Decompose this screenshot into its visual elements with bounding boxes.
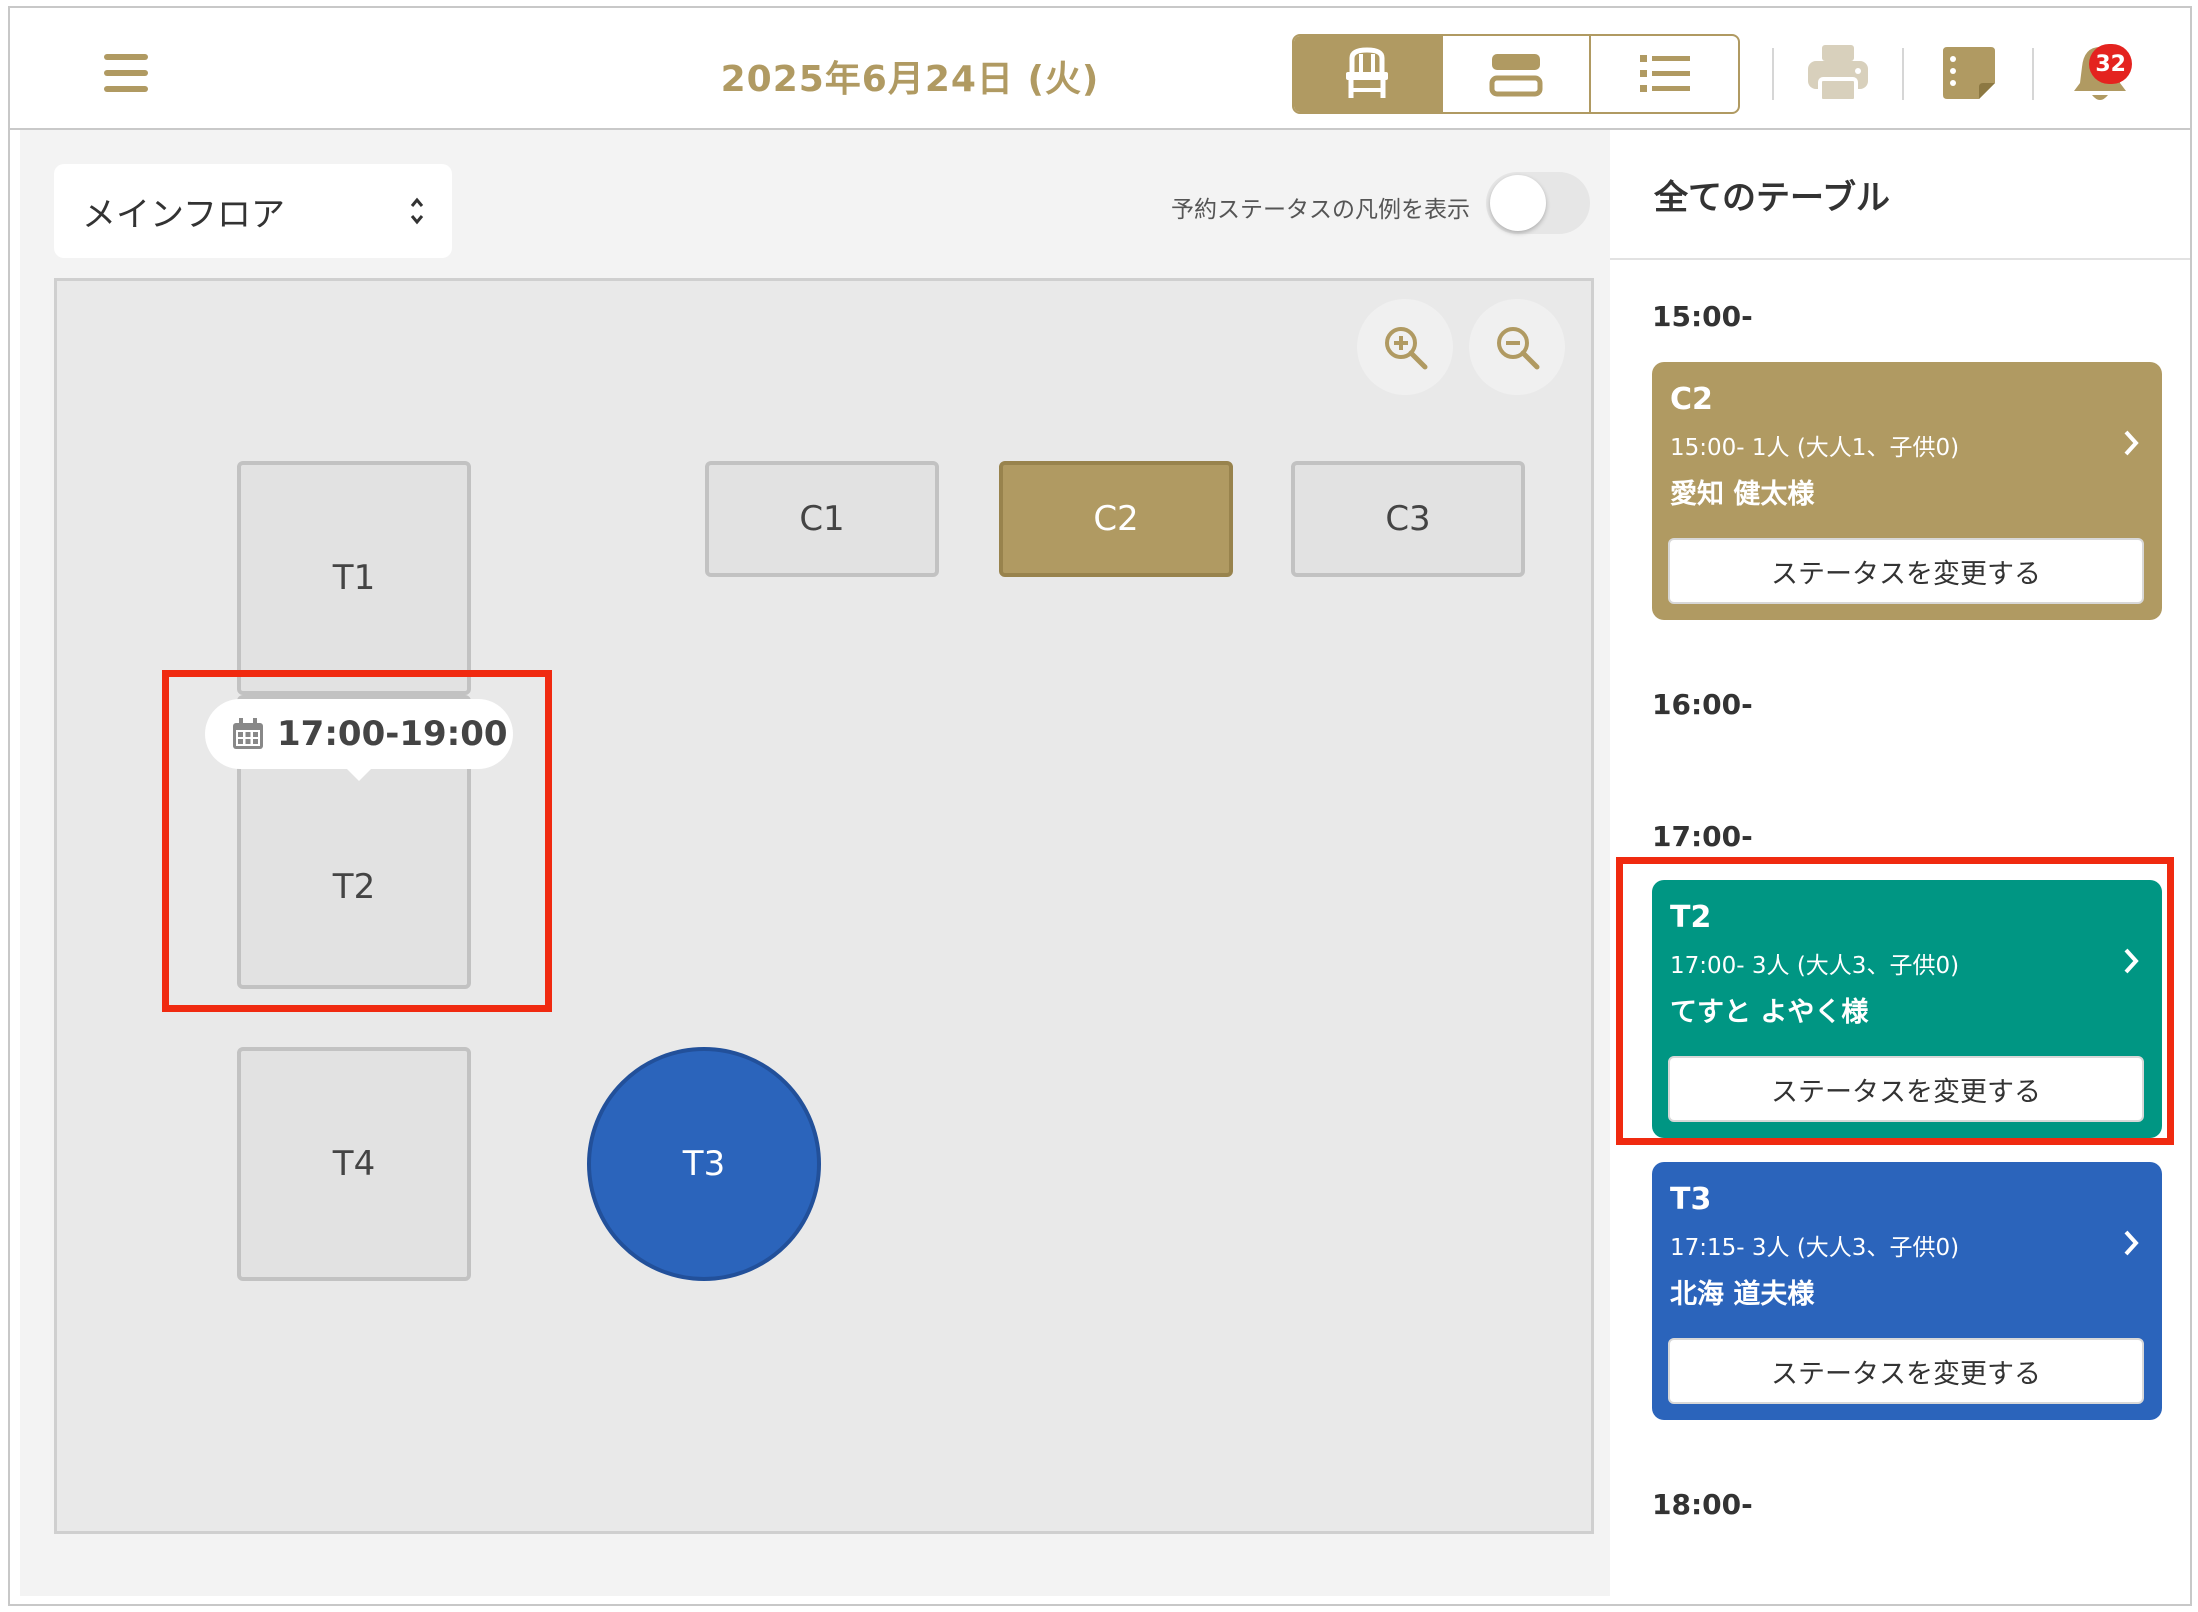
chevron-right-icon <box>2124 430 2139 456</box>
legend-toggle[interactable] <box>1486 172 1590 234</box>
time-slot-label: 16:00- <box>1652 688 1753 721</box>
notifications-button[interactable]: 32 <box>2062 38 2138 108</box>
card-guest-name: 愛知 健太様 <box>1670 479 1815 510</box>
reservation-time-tooltip: 17:00-19:00 <box>205 699 513 781</box>
card-guest-name: 北海 道夫様 <box>1670 1279 1815 1310</box>
change-status-button[interactable]: ステータスを変更する <box>1668 538 2144 604</box>
table-label: T3 <box>682 1144 726 1184</box>
table-label: T2 <box>332 867 376 907</box>
chevron-right-icon <box>2124 948 2139 974</box>
current-date[interactable]: 2025年6月24日 (火) <box>630 50 1190 102</box>
table-label: T4 <box>332 1144 376 1184</box>
top-header: 2025年6月24日 (火) 32 <box>10 8 2190 130</box>
rows-icon <box>1489 54 1543 97</box>
timeline-view-button[interactable] <box>1443 36 1592 112</box>
panel-title: 全てのテーブル <box>1654 178 1890 218</box>
zoom-out-icon <box>1497 327 1540 370</box>
tooltip-time: 17:00-19:00 <box>277 714 508 754</box>
zoom-in-icon <box>1385 327 1428 370</box>
table-label: T1 <box>332 558 376 598</box>
zoom-in-button[interactable] <box>1357 299 1453 395</box>
note-icon <box>1943 47 1995 99</box>
notification-badge: 32 <box>2089 44 2132 84</box>
card-guest-name: てすと よやく様 <box>1670 997 1869 1028</box>
card-reservation-info: 15:00- 1人 (大人1、子供0) <box>1670 435 1960 461</box>
calendar-icon <box>233 718 263 749</box>
floor-select-value: メインフロア <box>82 194 285 235</box>
floor-select[interactable]: メインフロア <box>54 164 452 258</box>
header-divider <box>1902 48 1904 100</box>
print-button[interactable] <box>1800 38 1876 108</box>
table-label: C1 <box>799 499 845 539</box>
chevron-right-icon <box>2124 1230 2139 1256</box>
table-label: C2 <box>1093 499 1139 539</box>
floor-area: メインフロア 予約ステータスの凡例を表示 T1 T2 T4 T3 C1 C2 C… <box>20 130 1610 1596</box>
card-reservation-info: 17:00- 3人 (大人3、子供0) <box>1670 953 1960 979</box>
reservation-card-t2[interactable]: T2 17:00- 3人 (大人3、子供0) てすと よやく様 ステータスを変更… <box>1652 880 2162 1138</box>
table-label: C3 <box>1385 499 1431 539</box>
app-frame: 2025年6月24日 (火) 32 メインフロア 予約ステータスの凡例を表示 T… <box>8 6 2192 1606</box>
reservations-panel: 全てのテーブル 15:00- C2 15:00- 1人 (大人1、子供0) 愛知… <box>1610 130 2190 1596</box>
table-t3[interactable]: T3 <box>587 1047 821 1281</box>
updown-chevron-icon <box>410 197 424 225</box>
legend-toggle-label: 予約ステータスの凡例を表示 <box>1171 197 1470 223</box>
change-status-button[interactable]: ステータスを変更する <box>1668 1338 2144 1404</box>
memo-button[interactable] <box>1930 38 2006 108</box>
header-divider <box>1772 48 1774 100</box>
card-table-name: T3 <box>1670 1182 1712 1217</box>
panel-divider <box>1610 258 2190 260</box>
table-t4[interactable]: T4 <box>237 1047 471 1281</box>
card-table-name: T2 <box>1670 900 1712 935</box>
time-slot-label: 17:00- <box>1652 820 1753 853</box>
table-t1[interactable]: T1 <box>237 461 471 695</box>
reservation-card-t3[interactable]: T3 17:15- 3人 (大人3、子供0) 北海 道夫様 ステータスを変更する <box>1652 1162 2162 1420</box>
list-icon <box>1639 55 1690 92</box>
floor-view-button[interactable] <box>1294 36 1443 112</box>
header-divider <box>2032 48 2034 100</box>
view-switcher <box>1292 34 1740 114</box>
table-c1[interactable]: C1 <box>705 461 939 577</box>
printer-icon <box>1808 45 1868 103</box>
table-c2[interactable]: C2 <box>999 461 1233 577</box>
list-view-button[interactable] <box>1591 36 1738 112</box>
card-table-name: C2 <box>1670 382 1713 417</box>
reservation-card-c2[interactable]: C2 15:00- 1人 (大人1、子供0) 愛知 健太様 ステータスを変更する <box>1652 362 2162 620</box>
change-status-button[interactable]: ステータスを変更する <box>1668 1056 2144 1122</box>
floor-canvas[interactable]: T1 T2 T4 T3 C1 C2 C3 17:00-19:00 <box>54 278 1594 1534</box>
time-slot-label: 18:00- <box>1652 1488 1753 1521</box>
time-slot-label: 15:00- <box>1652 300 1753 333</box>
zoom-out-button[interactable] <box>1469 299 1565 395</box>
menu-icon[interactable] <box>104 54 148 92</box>
card-reservation-info: 17:15- 3人 (大人3、子供0) <box>1670 1235 1960 1261</box>
table-c3[interactable]: C3 <box>1291 461 1525 577</box>
chair-icon <box>1346 47 1389 98</box>
